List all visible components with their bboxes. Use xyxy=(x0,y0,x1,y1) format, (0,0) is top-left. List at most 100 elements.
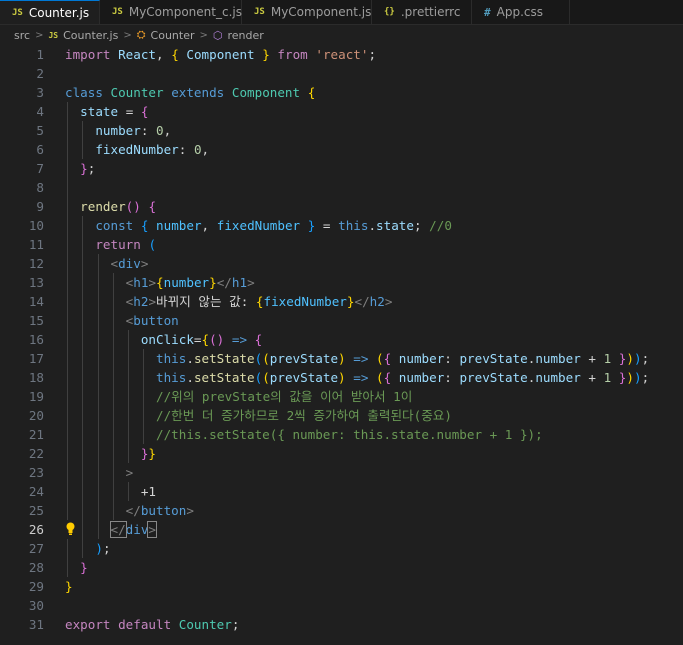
method-symbol-icon: ⬡ xyxy=(212,28,223,42)
code-token: number xyxy=(398,351,445,366)
code-line: 25 </button> xyxy=(0,501,683,520)
line-number: 15 xyxy=(28,313,44,328)
code-line: 6 fixedNumber: 0, xyxy=(0,140,683,159)
line-number: 24 xyxy=(28,484,44,499)
code-line: 17 this.setState((prevState) => ({ numbe… xyxy=(0,349,683,368)
code-token: default xyxy=(118,617,172,632)
code-line: 2 xyxy=(0,64,683,83)
code-text: } xyxy=(65,558,88,577)
code-token: ; xyxy=(641,370,650,385)
chevron-right-icon: > xyxy=(123,29,132,41)
code-line: 18 this.setState((prevState) => ({ numbe… xyxy=(0,368,683,387)
code-token: Component xyxy=(186,47,255,62)
tab-counter-js[interactable]: JS Counter.js xyxy=(0,0,100,24)
line-number: 8 xyxy=(36,180,44,195)
line-number: 2 xyxy=(36,66,44,81)
css-file-icon: # xyxy=(484,5,491,19)
code-token: React xyxy=(118,47,157,62)
code-text: +1 xyxy=(65,482,156,501)
code-token: } xyxy=(80,161,88,176)
tab-prettierrc[interactable]: {} .prettierrc xyxy=(372,0,472,24)
code-token: { xyxy=(383,351,392,366)
tab-label: .prettierrc xyxy=(400,5,461,19)
code-token: 0 xyxy=(193,142,202,157)
code-text: onClick={() => { xyxy=(65,330,262,349)
breadcrumb-class[interactable]: Counter xyxy=(151,29,195,42)
code-token: //this.setState({ number: this.state.num… xyxy=(156,427,543,442)
code-line: 11 return ( xyxy=(0,235,683,254)
code-token: render xyxy=(80,199,126,214)
code-token: ; xyxy=(102,541,111,556)
code-token: h2 xyxy=(369,294,385,309)
code-line: 4 state = { xyxy=(0,102,683,121)
code-text: <h1>{number}</h1> xyxy=(65,273,255,292)
code-text: <div> xyxy=(65,254,149,273)
line-number: 11 xyxy=(28,237,44,252)
code-token: ) xyxy=(633,351,642,366)
line-number: 30 xyxy=(28,598,44,613)
breadcrumb-folder[interactable]: src xyxy=(14,29,30,42)
code-text: import React, { Component } from 'react'… xyxy=(65,45,376,64)
code-token: h2 xyxy=(133,294,149,309)
code-token: { xyxy=(156,275,164,290)
line-number: 9 xyxy=(36,199,44,214)
code-line: 14 <h2>바뀌지 않는 값: {fixedNumber}</h2> xyxy=(0,292,683,311)
code-token: } xyxy=(148,446,157,461)
code-token: Component xyxy=(231,85,301,100)
code-token: ) xyxy=(626,351,634,366)
code-line: 12 <div> xyxy=(0,254,683,273)
line-number: 12 xyxy=(28,256,44,271)
code-line: 23 > xyxy=(0,463,683,482)
code-editor[interactable]: 1 import React, { Component } from 'react… xyxy=(0,45,683,634)
line-number: 6 xyxy=(36,142,44,157)
code-token: Counter xyxy=(178,617,232,632)
code-token: number xyxy=(95,123,141,138)
tab-label: App.css xyxy=(496,5,543,19)
code-token: 바뀌지 않는 값: xyxy=(156,294,256,309)
code-token: </ xyxy=(216,275,232,290)
code-line: 19 //위의 prevState의 값을 이어 받아서 1이 xyxy=(0,387,683,406)
line-number: 13 xyxy=(28,275,44,290)
breadcrumb-file[interactable]: Counter.js xyxy=(63,29,118,42)
code-token: state xyxy=(376,218,414,233)
code-text: }} xyxy=(65,444,156,463)
line-number: 10 xyxy=(28,218,44,233)
code-token: => xyxy=(353,351,369,366)
code-token: number xyxy=(163,275,210,290)
code-token: div xyxy=(125,522,149,537)
code-token: prevState xyxy=(269,351,339,366)
code-token: extends xyxy=(171,85,225,100)
line-number: 3 xyxy=(36,85,44,100)
line-number: 28 xyxy=(28,560,44,575)
code-token: button xyxy=(140,503,187,518)
code-token: { xyxy=(171,47,179,62)
code-token: ( xyxy=(376,351,384,366)
code-token: . xyxy=(186,351,194,366)
code-token: : xyxy=(140,123,149,138)
tab-mycomponent-js[interactable]: JS MyComponent.js xyxy=(242,0,372,24)
breadcrumb-method[interactable]: render xyxy=(228,29,264,42)
line-number: 29 xyxy=(28,579,44,594)
chevron-right-icon: > xyxy=(35,29,44,41)
code-line: 5 number: 0, xyxy=(0,121,683,140)
json-file-icon: {} xyxy=(384,7,395,17)
code-token: > xyxy=(148,294,157,309)
code-token: { xyxy=(254,332,263,347)
tab-mycomponent-c-js[interactable]: JS MyComponent_c.js xyxy=(100,0,242,24)
code-token: setState xyxy=(193,351,255,366)
code-token: } xyxy=(209,275,217,290)
tab-label: MyComponent.js xyxy=(270,5,372,19)
line-number: 21 xyxy=(28,427,44,442)
breadcrumb: src > JS Counter.js > ⛭ Counter > ⬡ rend… xyxy=(0,25,683,45)
code-text: //위의 prevState의 값을 이어 받아서 1이 xyxy=(65,387,412,406)
line-number: 26 xyxy=(28,522,44,537)
line-number: 1 xyxy=(36,47,44,62)
code-token: { xyxy=(148,199,157,214)
tab-app-css[interactable]: # App.css xyxy=(472,0,570,24)
code-token: ) xyxy=(95,541,103,556)
code-token: { xyxy=(383,370,392,385)
code-token: //0 xyxy=(429,218,452,233)
code-token: : xyxy=(444,351,452,366)
code-line: 15 <button xyxy=(0,311,683,330)
code-token: prevState xyxy=(459,351,528,366)
